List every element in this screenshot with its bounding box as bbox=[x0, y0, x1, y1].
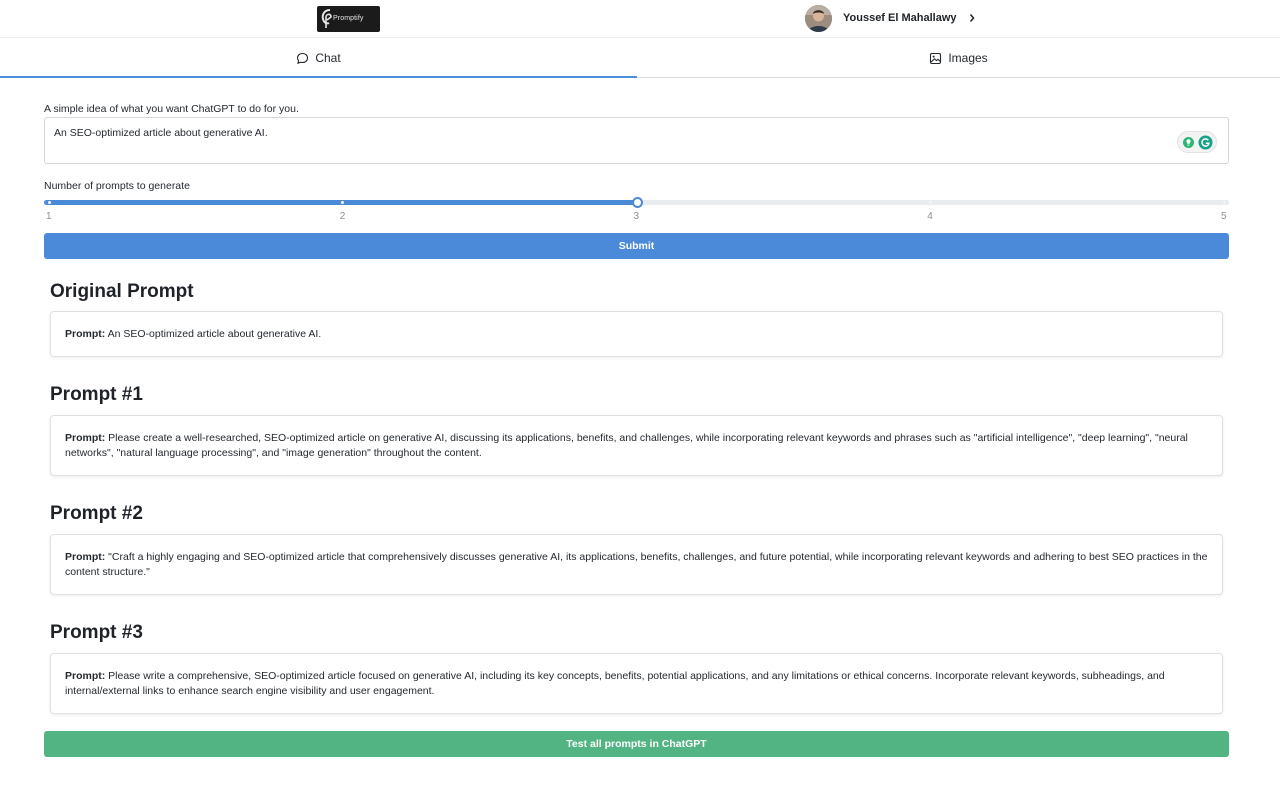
slider-mark-label: 3 bbox=[633, 211, 640, 222]
slider-mark-label: 1 bbox=[46, 211, 52, 222]
slider-step-dot bbox=[1222, 201, 1226, 204]
slider-thumb[interactable] bbox=[631, 197, 643, 208]
slider-step-dot bbox=[47, 201, 51, 204]
slider-marks: 1 2 3 4 5 bbox=[44, 211, 1229, 223]
prompt-card-1: Prompt: Please create a well-researched,… bbox=[50, 415, 1223, 476]
prompt-text: Please write a comprehensive, SEO-optimi… bbox=[65, 670, 1165, 697]
chevron-right-icon bbox=[968, 13, 976, 23]
prompt-count-slider[interactable] bbox=[44, 196, 1229, 210]
tab-images-label: Images bbox=[948, 51, 988, 65]
slider-mark-label: 5 bbox=[1221, 211, 1227, 222]
section-title: Prompt #3 bbox=[50, 622, 143, 643]
prompt-card-2: Prompt: "Craft a highly engaging and SEO… bbox=[50, 534, 1223, 595]
test-all-prompts-button[interactable]: Test all prompts in ChatGPT bbox=[44, 731, 1229, 757]
grammar-extension-badge[interactable] bbox=[1177, 131, 1217, 153]
avatar bbox=[805, 4, 832, 32]
tab-chat[interactable]: Chat bbox=[0, 38, 637, 78]
image-icon bbox=[929, 52, 942, 65]
prompt-card-original: Prompt: An SEO-optimized article about g… bbox=[50, 311, 1223, 357]
prompt-text: An SEO-optimized article about generativ… bbox=[107, 328, 322, 340]
section-title: Original Prompt bbox=[50, 281, 194, 302]
prompt-label: Prompt: bbox=[65, 328, 106, 340]
prompt-card-3: Prompt: Please write a comprehensive, SE… bbox=[50, 653, 1223, 714]
idea-input[interactable]: An SEO-optimized article about generativ… bbox=[44, 117, 1229, 164]
grammarly-icon bbox=[1198, 135, 1212, 149]
count-label: Number of prompts to generate bbox=[44, 180, 190, 192]
slider-mark-label: 2 bbox=[339, 211, 346, 222]
tab-images[interactable]: Images bbox=[637, 38, 1280, 78]
lightbulb-icon bbox=[1182, 136, 1194, 148]
slider-fill bbox=[44, 200, 637, 205]
promptify-logo[interactable]: Promptify bbox=[317, 6, 380, 32]
section-title: Prompt #2 bbox=[50, 503, 143, 524]
chat-bubble-icon bbox=[296, 52, 309, 65]
top-header: Promptify Youssef El Mahallawy bbox=[0, 0, 1280, 38]
logo-text: Promptify bbox=[333, 15, 364, 22]
submit-button[interactable]: Submit bbox=[44, 233, 1229, 259]
slider-mark-label: 4 bbox=[927, 211, 933, 222]
idea-label: A simple idea of what you want ChatGPT t… bbox=[44, 103, 299, 115]
active-tab-indicator bbox=[0, 76, 637, 78]
tab-chat-label: Chat bbox=[315, 51, 341, 65]
prompt-text: Please create a well-researched, SEO-opt… bbox=[65, 432, 1188, 459]
slider-step-dot bbox=[928, 201, 932, 204]
user-menu[interactable]: Youssef El Mahallawy bbox=[805, 4, 976, 32]
section-title: Prompt #1 bbox=[50, 384, 143, 405]
prompt-label: Prompt: bbox=[65, 670, 106, 682]
prompt-label: Prompt: bbox=[65, 551, 106, 563]
prompt-text: "Craft a highly engaging and SEO-optimiz… bbox=[65, 551, 1208, 578]
user-name: Youssef El Mahallawy bbox=[843, 12, 957, 24]
prompt-label: Prompt: bbox=[65, 432, 106, 444]
mode-tabs: Chat Images bbox=[0, 38, 1280, 78]
